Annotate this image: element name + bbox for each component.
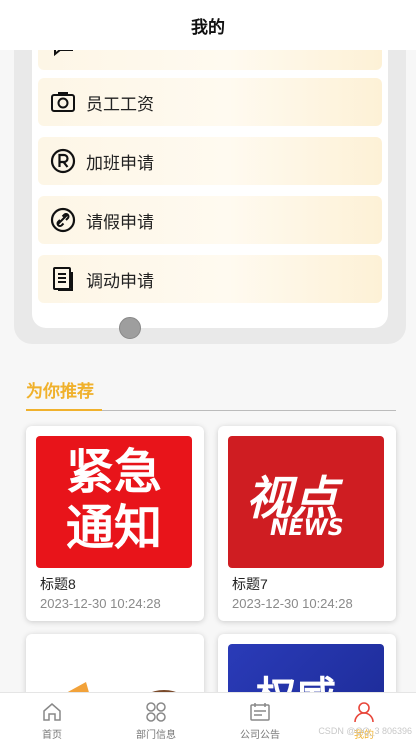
tab-bar: 首页 部门信息 公司公告 我的 — [0, 692, 416, 744]
news-card-title: 标题7 — [232, 576, 268, 592]
user-icon — [353, 701, 375, 723]
menu-item-transfer[interactable]: 调动申请 — [38, 255, 382, 303]
document-icon — [50, 266, 76, 292]
home-icon — [41, 701, 63, 723]
menu-item-leave[interactable]: 请假申请 — [38, 196, 382, 244]
news-card-image: 紧急 通知 — [36, 436, 192, 568]
image-text: NEWS — [270, 516, 344, 541]
tab-announcement[interactable]: 公司公告 — [208, 693, 312, 744]
news-card-time: 2023-12-30 10:24:28 — [232, 596, 353, 611]
camera-icon — [50, 89, 76, 115]
grid-icon — [145, 701, 167, 723]
news-card-image: 视点 NEWS — [228, 436, 384, 568]
menu-item-label: 员工工资 — [86, 94, 154, 114]
news-card-title: 标题8 — [40, 576, 76, 592]
link-icon — [50, 207, 76, 233]
tab-department[interactable]: 部门信息 — [104, 693, 208, 744]
news-card-time: 2023-12-30 10:24:28 — [40, 596, 161, 611]
tab-label: 首页 — [42, 730, 62, 741]
page-header: 我的 — [0, 0, 416, 50]
tab-label: 公司公告 — [240, 730, 280, 741]
menu-item-label: 调动申请 — [86, 271, 154, 291]
page: 员工工资 加班申请 请假申请 调动申请 我的 为你推荐 紧急 通知 标题8 20… — [0, 0, 416, 744]
watermark: CSDN @QQ_3 806396 — [318, 726, 412, 736]
tab-home[interactable]: 首页 — [0, 693, 104, 744]
image-text: 紧急 — [65, 444, 162, 500]
menu-item-label: 加班申请 — [86, 153, 154, 173]
recommend-title-underline — [26, 409, 102, 411]
news-card[interactable]: 紧急 通知 标题8 2023-12-30 10:24:28 — [26, 426, 204, 621]
registered-icon — [50, 148, 76, 174]
menu-panel-frame: 员工工资 加班申请 请假申请 调动申请 — [14, 30, 406, 344]
calendar-icon — [249, 701, 271, 723]
tab-label: 部门信息 — [136, 730, 176, 741]
menu-item-label: 请假申请 — [86, 212, 154, 232]
menu-item-salary[interactable]: 员工工资 — [38, 78, 382, 126]
recommend-title: 为你推荐 — [26, 382, 94, 401]
menu-panel: 员工工资 加班申请 请假申请 调动申请 — [32, 30, 388, 328]
page-title: 我的 — [191, 17, 225, 37]
tab-mine[interactable]: 我的 — [312, 693, 416, 744]
image-text: 通知 — [65, 500, 162, 556]
news-card[interactable]: 视点 NEWS 标题7 2023-12-30 10:24:28 — [218, 426, 396, 621]
scroll-indicator[interactable] — [119, 317, 141, 339]
menu-item-overtime[interactable]: 加班申请 — [38, 137, 382, 185]
